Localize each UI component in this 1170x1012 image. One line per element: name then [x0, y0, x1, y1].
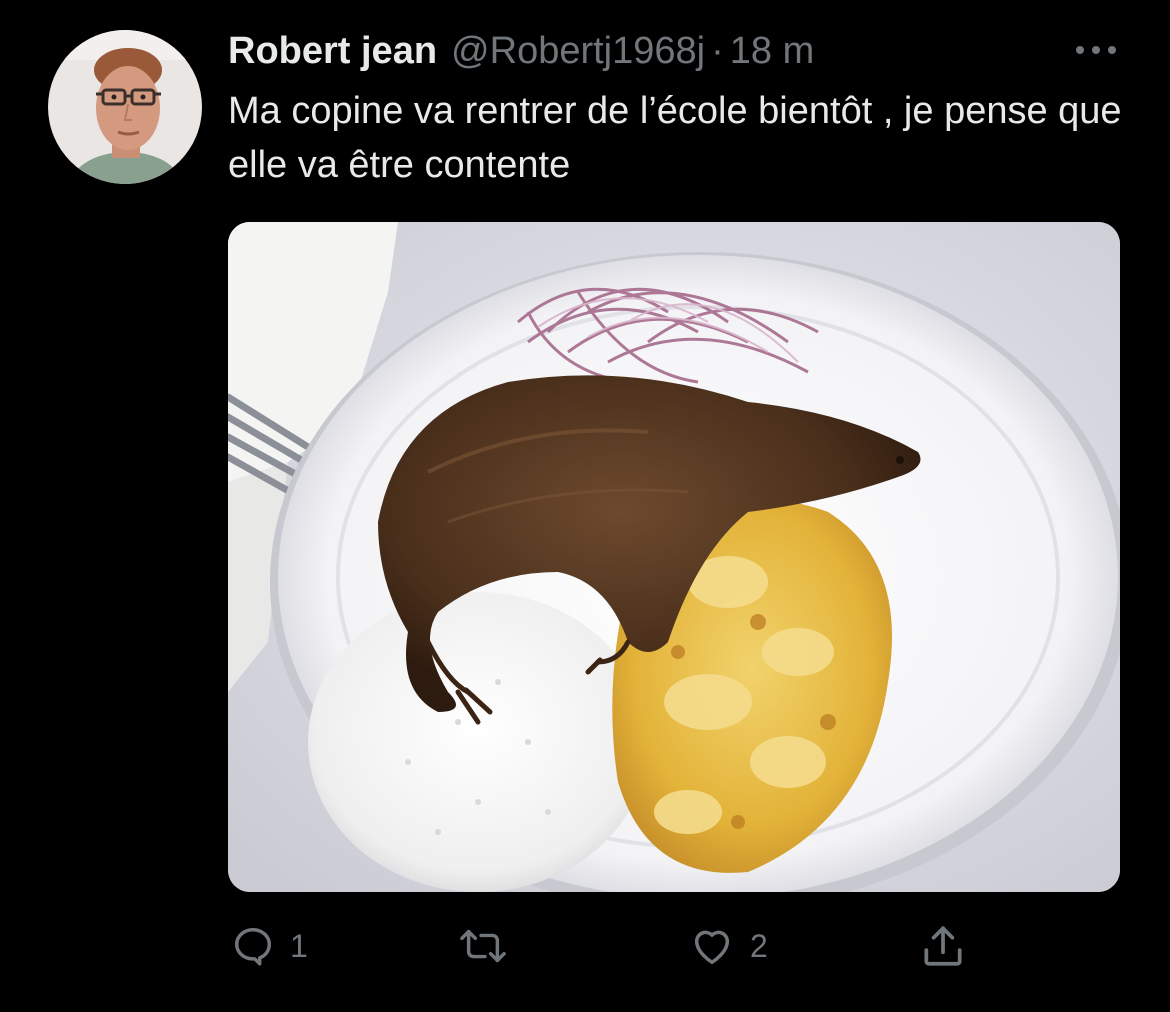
reply-count: 1 [290, 927, 308, 964]
avatar[interactable] [48, 30, 202, 184]
like-button[interactable]: 2 [688, 918, 768, 974]
tweet-time[interactable]: 18 m [730, 28, 814, 74]
reply-icon [234, 927, 272, 966]
more-options-button[interactable] [1072, 36, 1120, 64]
tweet-text: Ma copine va rentrer de l’école bientôt … [228, 90, 1122, 186]
retweet-button[interactable] [456, 918, 524, 974]
user-handle[interactable]: @Robertj1968j [451, 28, 705, 74]
share-button[interactable] [918, 918, 968, 974]
retweet-icon [460, 929, 506, 963]
share-icon [924, 926, 962, 966]
more-dots-icon [1076, 46, 1116, 54]
header-separator: · [711, 30, 724, 72]
tweet-photo[interactable] [228, 222, 1120, 892]
tweet-header: Robert jean @Robertj1968j · 18 m [228, 28, 814, 74]
tweet-actions: 1 2 [0, 918, 1170, 978]
profile-photo [48, 30, 202, 184]
display-name[interactable]: Robert jean [228, 28, 437, 74]
like-count: 2 [750, 927, 768, 964]
food-photo [228, 222, 1120, 892]
reply-button[interactable]: 1 [230, 918, 308, 974]
heart-icon [694, 930, 730, 965]
